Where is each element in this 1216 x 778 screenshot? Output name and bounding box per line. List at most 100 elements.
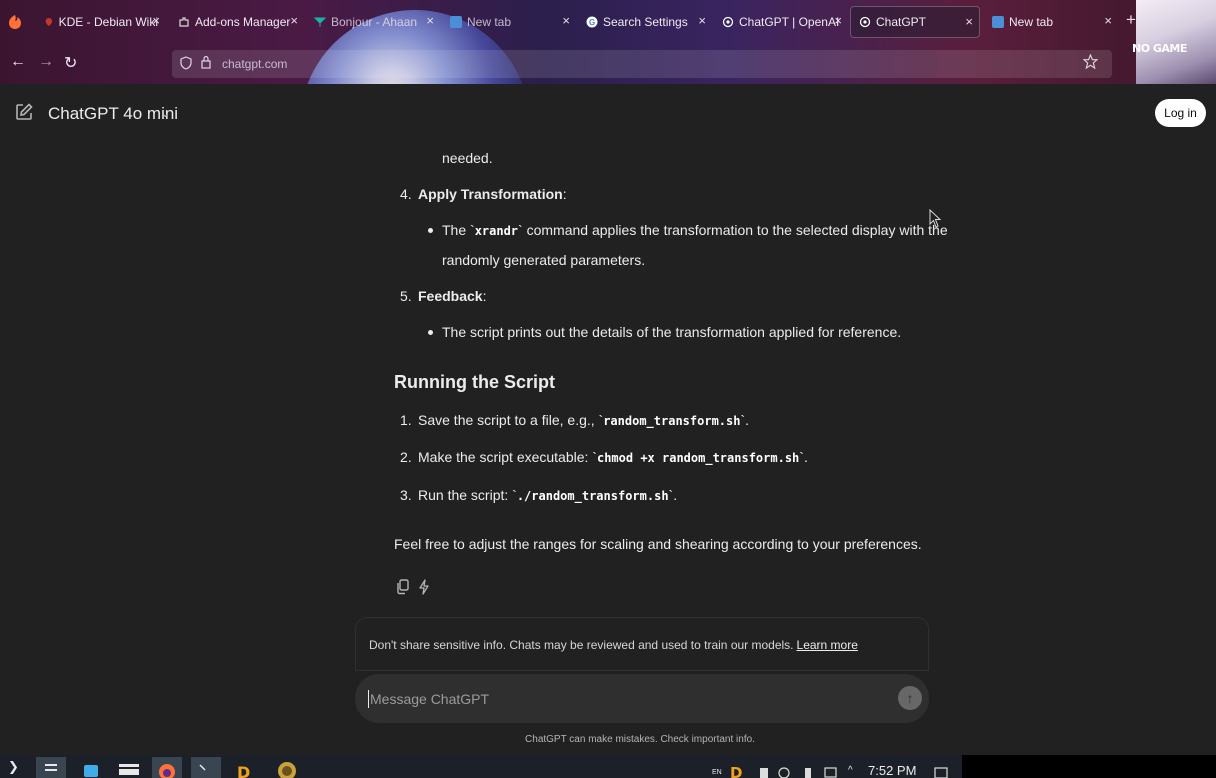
terminal-icon: [199, 764, 206, 771]
copy-icon[interactable]: [395, 578, 411, 596]
text-fragment: The `: [442, 222, 475, 238]
text-caret: [368, 690, 369, 708]
text-fragment: `.: [740, 412, 750, 428]
close-icon[interactable]: ×: [426, 13, 434, 28]
close-icon[interactable]: ×: [562, 13, 570, 28]
tab-title: KDE - Debian Wiki: [58, 15, 158, 29]
app-d-icon: D: [237, 763, 250, 778]
tab-title: Bonjour - Ahaan: [331, 15, 418, 29]
clipboard-icon[interactable]: [758, 765, 770, 778]
shield-icon[interactable]: [180, 56, 192, 70]
list-item: Save the script to a file, e.g., `random…: [418, 412, 749, 428]
close-icon[interactable]: ×: [698, 13, 706, 28]
chevron-up-icon[interactable]: ^: [848, 765, 853, 776]
close-icon[interactable]: ×: [152, 13, 160, 28]
tab-chatgpt-active[interactable]: ChatGPT ×: [850, 6, 980, 38]
message-text: randomly generated parameters.: [442, 252, 646, 268]
tab-kde-debian-wiki[interactable]: KDE - Debian Wiki ×: [36, 6, 166, 38]
inline-code: chmod +x random_transform.sh: [596, 451, 800, 465]
close-icon[interactable]: ×: [834, 13, 842, 28]
taskbar-item[interactable]: [114, 757, 144, 778]
message-text: Feel free to adjust the ranges for scali…: [394, 536, 922, 552]
list-item: The script prints out the details of the…: [442, 324, 902, 340]
close-icon[interactable]: ×: [965, 14, 973, 29]
text-fragment: `.: [668, 487, 678, 503]
openai-icon: [722, 16, 734, 28]
desktop-pager-icon: [45, 764, 57, 771]
taskbar-item[interactable]: [76, 757, 106, 778]
forward-button[interactable]: →: [38, 53, 54, 71]
tab-search-settings[interactable]: G Search Settings ×: [578, 6, 712, 38]
taskbar-item-firefox[interactable]: [152, 757, 182, 778]
tab-new-tab[interactable]: New tab ×: [442, 6, 576, 38]
bullet-dot: [428, 228, 433, 233]
list-item: Make the script executable: `chmod +x ra…: [418, 449, 808, 465]
list-number: 4.: [400, 186, 412, 202]
chevron-down-icon[interactable]: ⌄: [160, 105, 171, 121]
svg-text:G: G: [589, 18, 595, 27]
puzzle-icon: [179, 17, 189, 27]
clock[interactable]: 7:52 PM: [868, 763, 916, 778]
list-item: Run the script: `./random_transform.sh`.: [418, 487, 677, 503]
network-icon[interactable]: [824, 765, 838, 778]
volume-icon[interactable]: [778, 765, 790, 778]
tab-new-tab-2[interactable]: New tab ×: [984, 6, 1118, 38]
text-fragment: `.: [799, 449, 808, 465]
back-button[interactable]: ←: [10, 53, 26, 71]
list-item-title: Feedback: [418, 288, 483, 304]
inline-code: ./random_transform.sh: [516, 489, 669, 503]
list-number: 1.: [400, 412, 412, 428]
message-input[interactable]: Message ChatGPT: [370, 691, 489, 707]
list-item-colon: :: [482, 288, 487, 304]
close-icon[interactable]: ×: [290, 13, 298, 28]
bookmark-star-icon[interactable]: [1083, 54, 1098, 69]
tab-bonjour[interactable]: Bonjour - Ahaan ×: [306, 6, 440, 38]
text-fragment: Run the script: `: [418, 487, 517, 503]
tab-title: New tab: [467, 15, 512, 29]
model-selector[interactable]: ChatGPT 4o mini: [48, 104, 178, 124]
tray-app-icon[interactable]: D: [730, 763, 748, 778]
mouse-cursor-icon: [929, 209, 941, 228]
show-desktop-icon[interactable]: [934, 767, 948, 778]
regenerate-icon[interactable]: [416, 578, 432, 596]
taskbar-item[interactable]: D: [230, 757, 260, 778]
message-text: needed.: [442, 150, 493, 166]
tab-title: ChatGPT | OpenAI: [739, 15, 840, 29]
send-button[interactable]: ↑: [898, 686, 922, 710]
chat-header: ChatGPT 4o mini ⌄ Log in: [0, 92, 1216, 136]
taskbar-item[interactable]: [272, 757, 302, 778]
login-button[interactable]: Log in: [1155, 99, 1206, 127]
chevron-down-icon[interactable]: ⌵: [1156, 11, 1165, 26]
new-tab-button[interactable]: +: [1126, 10, 1136, 30]
new-chat-icon[interactable]: [14, 102, 34, 122]
bullet-dot: [428, 330, 433, 335]
keyboard-layout[interactable]: EN: [712, 769, 722, 776]
taskbar-item-terminal[interactable]: [191, 757, 221, 778]
list-number: 3.: [400, 487, 412, 503]
privacy-notice: Don't share sensitive info. Chats may be…: [355, 617, 929, 671]
url-text[interactable]: chatgpt.com: [222, 57, 287, 71]
openai-icon: [859, 16, 871, 28]
taskbar-item[interactable]: [36, 757, 66, 778]
section-heading: Running the Script: [394, 372, 555, 392]
lock-icon[interactable]: [200, 55, 212, 69]
app-emblem-icon: [278, 762, 296, 778]
firefox-icon[interactable]: [8, 14, 22, 30]
text-fragment: ` command applies the transformation to …: [518, 222, 948, 238]
address-bar[interactable]: chatgpt.com: [172, 50, 1112, 78]
svg-text:D: D: [730, 764, 742, 778]
close-icon[interactable]: ×: [1104, 13, 1112, 28]
notice-text: Don't share sensitive info. Chats may be…: [369, 638, 794, 652]
message-composer[interactable]: Message ChatGPT ↑: [355, 674, 929, 723]
svg-text:D: D: [237, 763, 250, 778]
tab-addons-manager[interactable]: Add-ons Manager ×: [170, 6, 304, 38]
list-item: The `xrandr` command applies the transfo…: [442, 222, 948, 238]
store-icon: [84, 765, 98, 777]
app-launcher-icon[interactable]: ❯: [8, 759, 19, 775]
reload-button[interactable]: ↻: [64, 53, 77, 73]
battery-icon[interactable]: [802, 765, 814, 778]
tab-chatgpt-openai[interactable]: ChatGPT | OpenAI ×: [714, 6, 848, 38]
taskbar-tray-bg: [962, 755, 1216, 778]
learn-more-link[interactable]: Learn more: [797, 638, 858, 652]
list-number: 5.: [400, 288, 412, 304]
